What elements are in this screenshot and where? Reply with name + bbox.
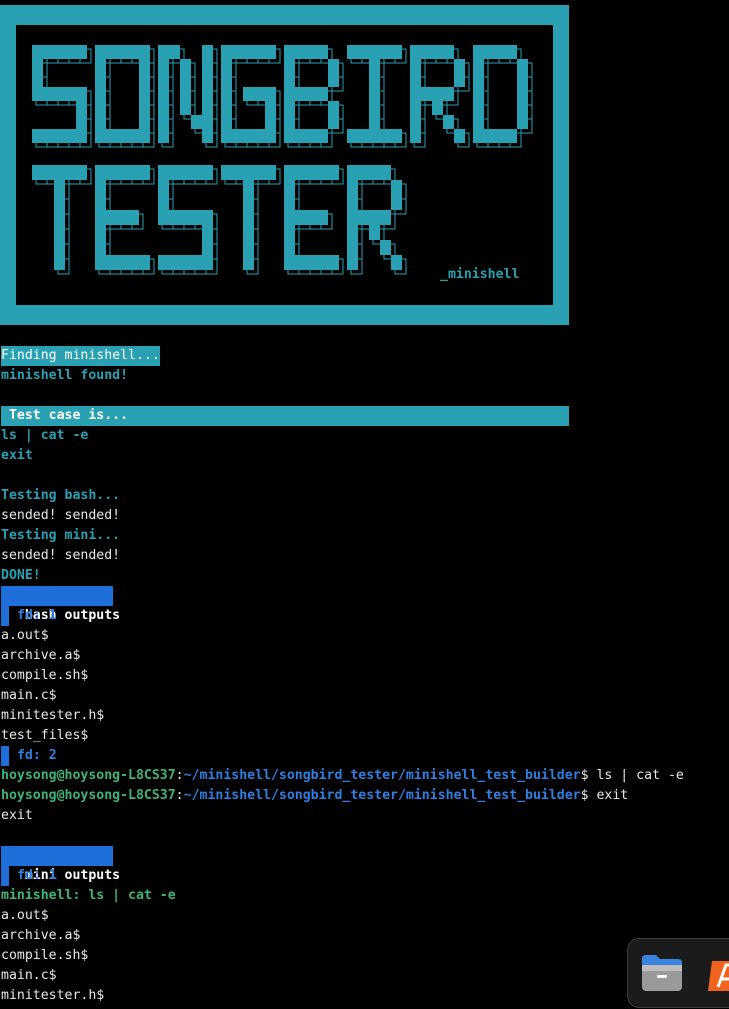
bash-output-line: compile.sh$ [1, 668, 89, 683]
mini-fd1-row: fd: 1 [1, 866, 57, 886]
prompt-user: hoysong@hoysong-L8CS37 [1, 788, 176, 803]
banner: _minishell [0, 5, 569, 325]
banner-inner: _minishell [16, 25, 553, 305]
bash-output-line: a.out$ [1, 628, 49, 643]
files-icon[interactable] [640, 953, 684, 993]
testing-bash: Testing bash... [1, 488, 121, 503]
bash-output-line: archive.a$ [1, 648, 81, 663]
bash-sended: sended! sended! [1, 508, 121, 523]
bash-fd1-row: fd: 1 [1, 606, 57, 626]
banner-word-tester [32, 165, 407, 275]
mini-output-line: a.out$ [1, 908, 49, 923]
bash-fd2-marker [1, 746, 9, 766]
mini-outputs-header: mini outputs [1, 846, 120, 883]
mini-fd1-label: fd: 1 [9, 868, 57, 883]
prompt-command: $ ls | cat -e [580, 768, 684, 783]
bash-fd1-label: fd: 1 [9, 608, 57, 623]
mini-output-line: minitester.h$ [1, 988, 105, 1003]
mini-output-line: main.c$ [1, 968, 57, 983]
banner-word-songbird [32, 45, 533, 148]
app-store-icon[interactable] [706, 953, 729, 993]
done-status: DONE! [1, 568, 41, 583]
bash-output-line: main.c$ [1, 688, 57, 703]
bash-fd2-label: fd: 2 [9, 748, 57, 763]
mini-fd1-marker [1, 866, 9, 886]
bash-prompt-line-1: hoysong@hoysong-L8CS37:~/minishell/songb… [1, 768, 684, 783]
bash-output-line: minitester.h$ [1, 708, 105, 723]
found-status: minishell found! [1, 368, 129, 383]
test-case-line-1: ls | cat -e [1, 428, 89, 443]
banner-title-art [32, 45, 533, 275]
dock [627, 938, 729, 1008]
banner-subtitle: _minishell [440, 267, 520, 282]
mini-echo-line: minishell: ls | cat -e [1, 888, 176, 903]
bash-fd2-row: fd: 2 [1, 746, 57, 766]
test-case-line-2: exit [1, 448, 33, 463]
mini-output-line: compile.sh$ [1, 948, 89, 963]
prompt-user: hoysong@hoysong-L8CS37 [1, 768, 176, 783]
test-case-header: Test case is... [1, 406, 569, 426]
testing-mini: Testing mini... [1, 528, 121, 543]
bash-exit-echo: exit [1, 808, 33, 823]
bash-fd1-marker [1, 606, 9, 626]
prompt-command: $ exit [580, 788, 629, 803]
bash-output-line: test_files$ [1, 728, 89, 743]
mini-output-line: archive.a$ [1, 928, 81, 943]
bash-outputs-header: bash outputs [1, 586, 120, 623]
mini-sended: sended! sended! [1, 548, 121, 563]
prompt-path: ~/minishell/songbird_tester/minishell_te… [183, 768, 581, 783]
bash-prompt-line-2: hoysong@hoysong-L8CS37:~/minishell/songb… [1, 788, 629, 803]
finding-status: Finding minishell... [1, 346, 160, 366]
prompt-path: ~/minishell/songbird_tester/minishell_te… [183, 788, 581, 803]
